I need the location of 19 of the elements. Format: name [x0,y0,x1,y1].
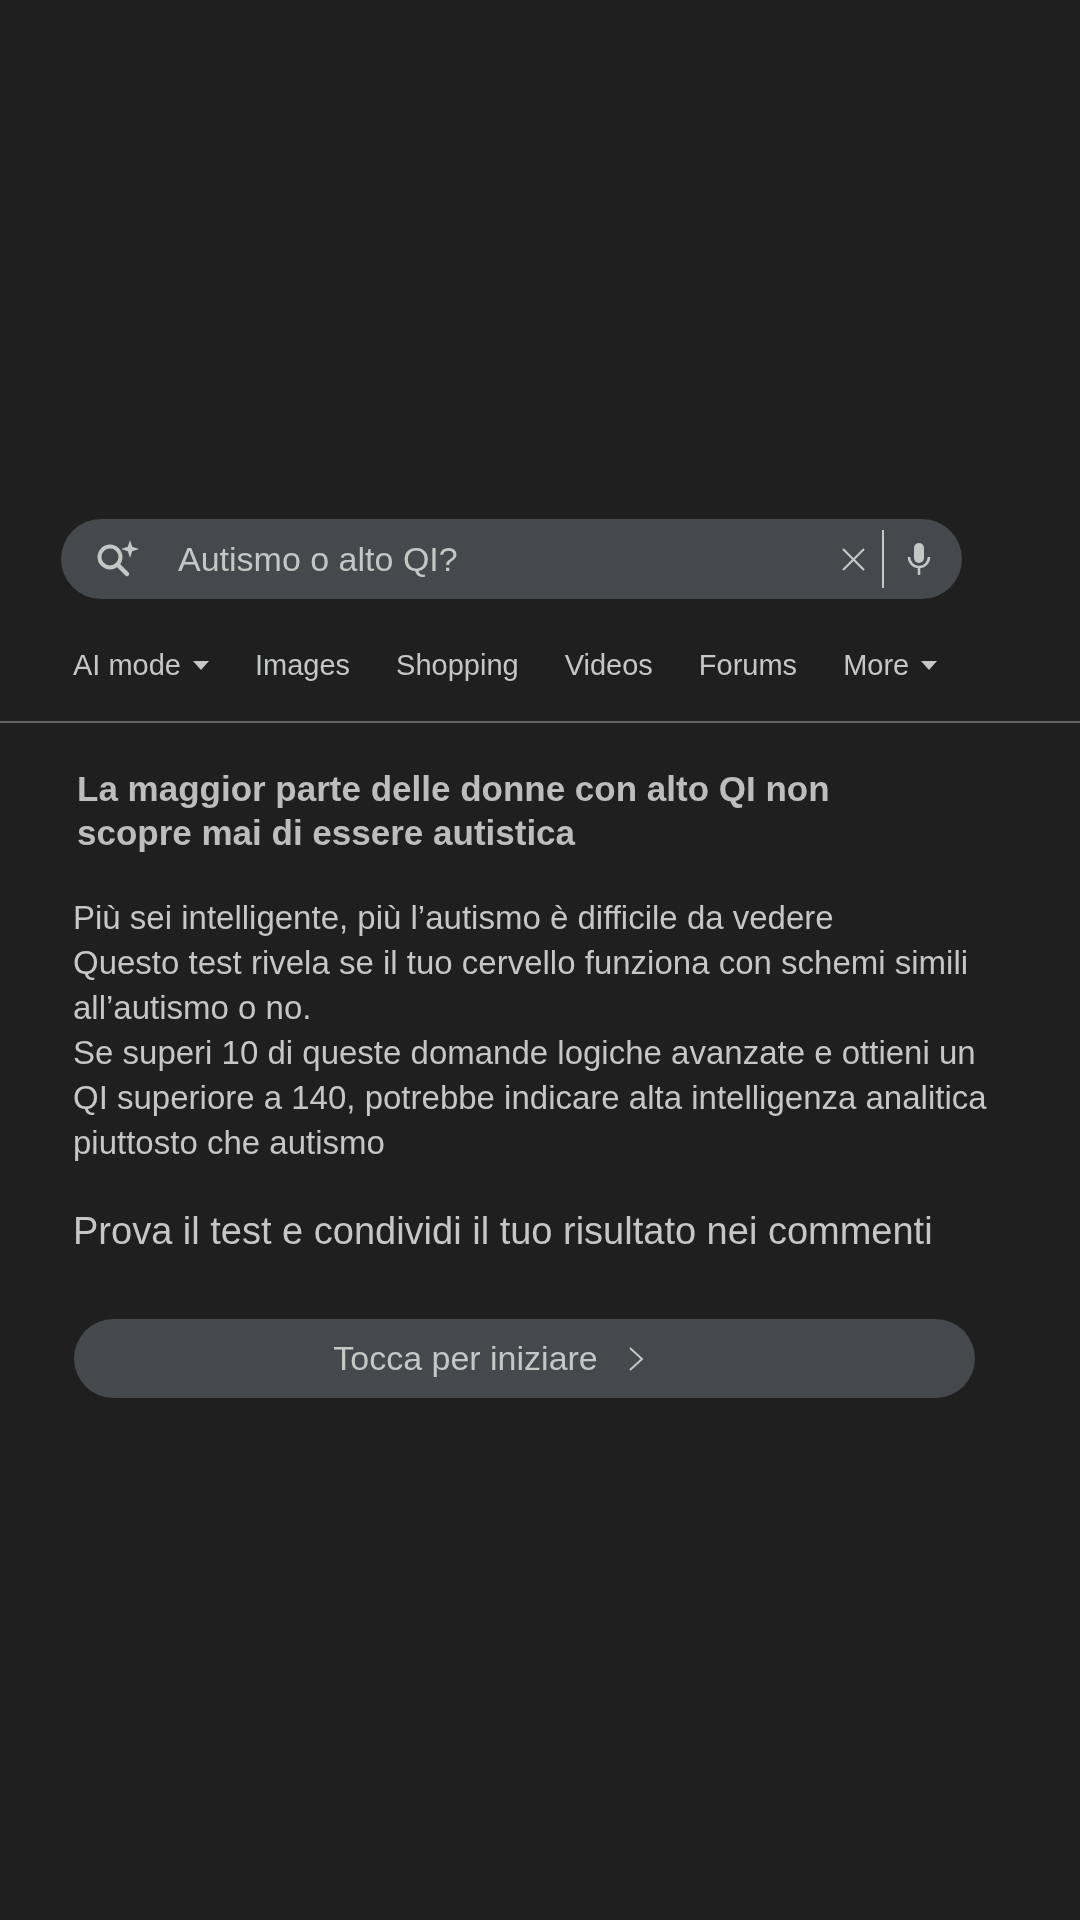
prompt-text: Prova il test e condividi il tuo risultato nei commenti [73,1209,933,1254]
body-text: Questo test rivela se il tuo cervello funziona con schemi simili all’autismo o no. [73,943,970,1028]
search-tab[interactable]: Shopping [396,643,519,691]
caret-icon [921,661,938,670]
search-tab[interactable]: AI mode [73,643,209,691]
search-tab[interactable]: More [843,643,938,691]
search-field[interactable]: Autismo o alto QI? [178,536,841,582]
search-tab[interactable]: Images [255,643,351,691]
caret-icon [193,661,209,670]
close-icon[interactable] [841,546,866,572]
body-text: Più sei intelligente, più l’autismo è difficile da vedere [73,898,835,938]
chevron-right-icon [627,1346,644,1371]
microphone-icon[interactable] [906,543,932,575]
search-tab[interactable]: Forums [698,643,798,691]
search-tab[interactable]: Videos [564,643,653,691]
body-text: Se superi 10 di queste domande logiche avanzate e ottieni un QI superiore a 140, potrebbe indicare alta intelligenza analitica piuttosto che autismo [73,1033,988,1163]
search-bar[interactable]: Autismo o alto QI? [61,519,962,599]
headline: La maggior parte delle donne con alto QI non scopre mai di essere autistica [76,768,831,854]
start-button[interactable]: Tocca per iniziare [74,1319,975,1398]
